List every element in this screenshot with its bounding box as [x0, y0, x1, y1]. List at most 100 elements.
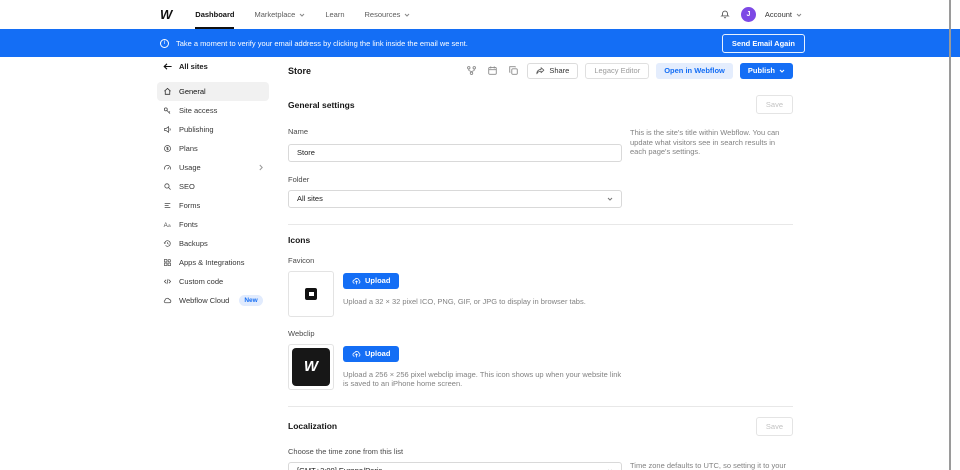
bell-icon[interactable]: [718, 8, 732, 22]
sidebar-item-label: Usage: [179, 163, 201, 172]
chevron-down-icon: [607, 197, 613, 201]
localization-section-head: Localization Save: [288, 417, 793, 436]
account-menu[interactable]: Account: [765, 10, 802, 19]
localization-heading: Localization: [288, 421, 337, 431]
sidebar-item-usage[interactable]: Usage: [157, 158, 269, 177]
webclip-upload-button[interactable]: Upload: [343, 346, 399, 362]
folder-value: All sites: [297, 194, 323, 203]
site-header-actions: Share Legacy Editor Open in Webflow Publ…: [464, 63, 793, 79]
open-in-webflow-button[interactable]: Open in Webflow: [656, 63, 733, 79]
back-label: All sites: [179, 62, 208, 71]
chevron-down-icon: [404, 13, 410, 17]
nav-item-label: Dashboard: [195, 10, 234, 19]
sidebar-item-fonts[interactable]: Aa Fonts: [157, 215, 269, 234]
sidebar-item-apps-integrations[interactable]: Apps & Integrations: [157, 253, 269, 272]
folder-select[interactable]: All sites: [288, 190, 622, 208]
name-field-row: Name This is the site's title within Web…: [288, 114, 793, 162]
publish-label: Publish: [748, 66, 775, 75]
webclip-preview: W: [288, 344, 334, 390]
chevron-down-icon: [779, 69, 785, 73]
billing-icon: [163, 144, 172, 153]
site-header: Store Share Legacy Editor Open in Webflo…: [288, 62, 793, 79]
section-divider: [288, 224, 793, 225]
webclip-image: W: [292, 348, 330, 386]
nav-item-resources[interactable]: Resources: [365, 0, 411, 29]
nav-item-dashboard[interactable]: Dashboard: [195, 0, 234, 29]
sidebar-item-label: Fonts: [179, 220, 198, 229]
nav-item-label: Marketplace: [254, 10, 295, 19]
chevron-down-icon: [796, 13, 802, 17]
nav-right: J Account: [718, 7, 802, 22]
localization-save-button[interactable]: Save: [756, 417, 793, 436]
avatar[interactable]: J: [741, 7, 756, 22]
folder-label: Folder: [288, 175, 622, 184]
share-button[interactable]: Share: [527, 63, 578, 79]
timezone-help-text: Time zone defaults to UTC, so setting it…: [630, 436, 793, 470]
upload-cloud-icon: [352, 350, 361, 358]
site-name-input[interactable]: [288, 144, 622, 162]
email-verify-banner: i Take a moment to verify your email add…: [0, 29, 960, 57]
calendar-icon[interactable]: [485, 64, 499, 78]
upload-label: Upload: [365, 276, 390, 285]
list-icon: [163, 201, 172, 210]
nav-links: Dashboard Marketplace Learn Resources: [195, 0, 410, 29]
sidebar-item-publishing[interactable]: Publishing: [157, 120, 269, 139]
webclip-label: Webclip: [288, 329, 793, 338]
timezone-field-row: Choose the time zone from this list [GMT…: [288, 436, 793, 470]
sidebar-item-custom-code[interactable]: Custom code: [157, 272, 269, 291]
back-to-all-sites[interactable]: All sites: [157, 62, 269, 71]
sidebar-item-label: SEO: [179, 182, 195, 191]
code-icon: [163, 277, 172, 286]
sidebar-item-forms[interactable]: Forms: [157, 196, 269, 215]
git-fork-icon[interactable]: [464, 64, 478, 78]
nav-item-label: Resources: [365, 10, 401, 19]
sidebar-item-general[interactable]: General: [157, 82, 269, 101]
webflow-logo[interactable]: W: [160, 7, 171, 22]
sidebar-item-webflow-cloud[interactable]: Webflow Cloud New: [157, 291, 269, 310]
section-divider: [288, 406, 793, 407]
name-help-text: This is the site's title within Webflow.…: [630, 114, 793, 162]
nav-item-label: Learn: [325, 10, 344, 19]
favicon-upload-button[interactable]: Upload: [343, 273, 399, 289]
top-nav: W Dashboard Marketplace Learn Resources …: [0, 0, 960, 29]
sidebar-item-backups[interactable]: Backups: [157, 234, 269, 253]
info-icon: i: [160, 39, 169, 48]
copy-icon[interactable]: [506, 64, 520, 78]
publish-button[interactable]: Publish: [740, 63, 793, 79]
key-icon: [163, 106, 172, 115]
general-settings-heading: General settings: [288, 100, 355, 110]
folder-field-row: Folder All sites: [288, 162, 793, 208]
sidebar-item-site-access[interactable]: Site access: [157, 101, 269, 120]
gauge-icon: [163, 163, 172, 172]
sidebar-item-seo[interactable]: SEO: [157, 177, 269, 196]
sidebar-item-label: Forms: [179, 201, 200, 210]
icons-section-head: Icons: [288, 235, 793, 245]
timezone-label: Choose the time zone from this list: [288, 447, 622, 456]
sidebar-item-label: Plans: [179, 144, 198, 153]
megaphone-icon: [163, 125, 172, 134]
sidebar-item-label: Webflow Cloud: [179, 296, 229, 305]
sidebar-item-label: Apps & Integrations: [179, 258, 244, 267]
general-save-button[interactable]: Save: [756, 95, 793, 114]
search-icon: [163, 182, 172, 191]
sidebar-item-plans[interactable]: Plans: [157, 139, 269, 158]
webclip-upload-row: W Upload Upload a 256 × 256 pixel webcli…: [288, 344, 793, 390]
general-settings-section-head: General settings Save: [288, 95, 793, 114]
nav-item-learn[interactable]: Learn: [325, 0, 344, 29]
upload-cloud-icon: [352, 277, 361, 285]
favicon-image: [305, 288, 317, 300]
settings-content: Store Share Legacy Editor Open in Webflo…: [288, 62, 793, 470]
timezone-select[interactable]: [GMT+2:00] Europe/Paris: [288, 462, 622, 470]
svg-text:a: a: [168, 223, 171, 228]
send-email-again-button[interactable]: Send Email Again: [722, 34, 805, 53]
window-edge: [949, 0, 951, 470]
chevron-down-icon: [299, 13, 305, 17]
site-title: Store: [288, 66, 311, 76]
cloud-icon: [163, 296, 172, 305]
legacy-editor-button[interactable]: Legacy Editor: [585, 63, 649, 79]
share-label: Share: [549, 66, 569, 75]
chevron-right-icon: [259, 164, 263, 171]
history-icon: [163, 239, 172, 248]
nav-item-marketplace[interactable]: Marketplace: [254, 0, 305, 29]
favicon-preview: [288, 271, 334, 317]
